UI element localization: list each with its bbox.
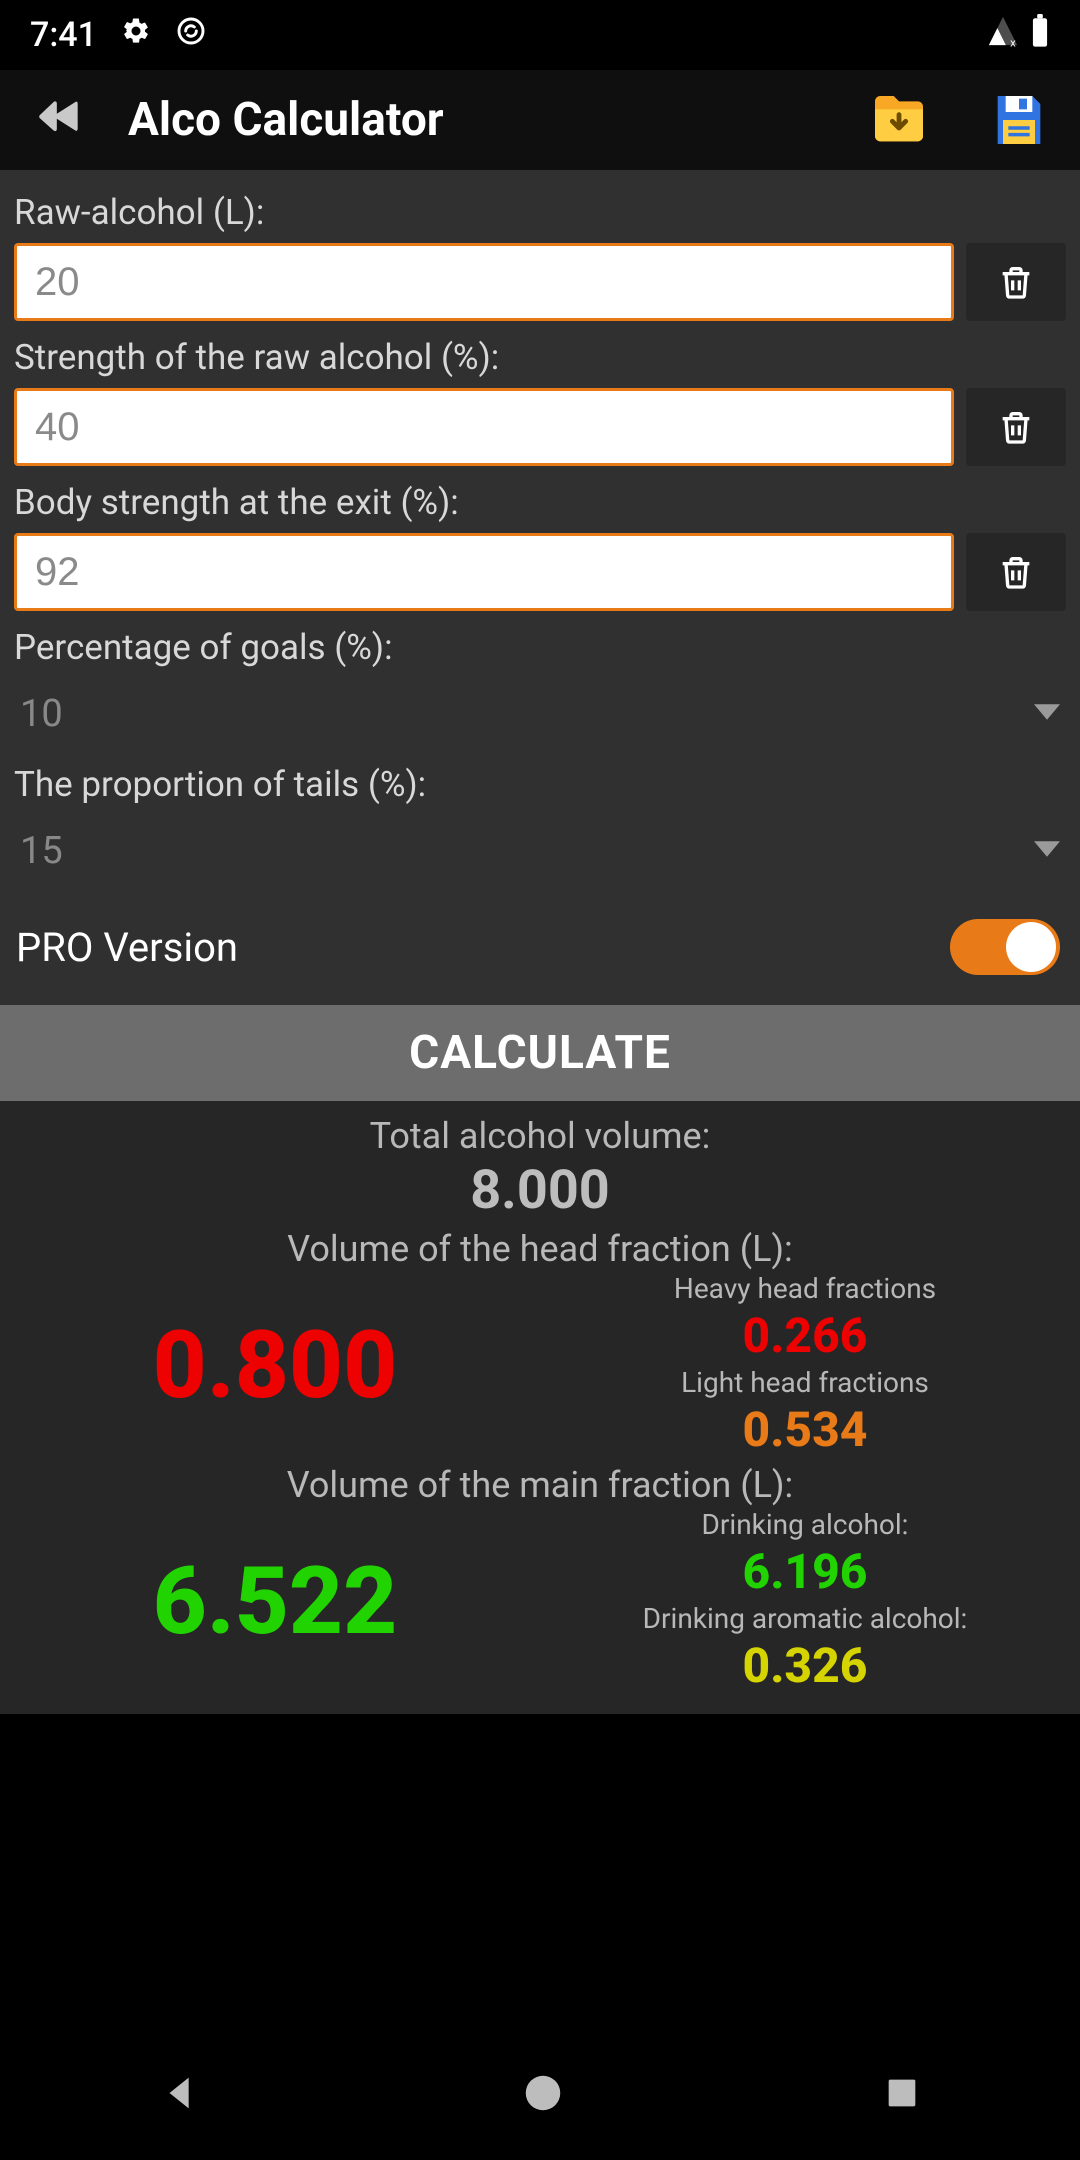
svg-text:x: x [1010, 35, 1016, 47]
head-fraction-label: Volume of the head fraction (L): [10, 1228, 1070, 1270]
trash-icon [996, 260, 1036, 304]
chevron-down-icon [1034, 703, 1060, 725]
head-fraction-value: 0.800 [10, 1310, 540, 1420]
settings-gear-icon [121, 15, 151, 55]
nav-home-icon[interactable] [520, 2070, 566, 2120]
light-head-value: 0.534 [743, 1401, 868, 1458]
system-nav-bar [0, 2030, 1080, 2160]
prop-tails-select[interactable]: 15 [14, 815, 1066, 901]
toggle-knob [1006, 922, 1056, 972]
drinking-alcohol-label: Drinking alcohol: [702, 1508, 909, 1541]
heavy-head-value: 0.266 [743, 1307, 868, 1364]
body-strength-label: Body strength at the exit (%): [14, 472, 1066, 533]
body-strength-input[interactable] [14, 533, 954, 611]
signal-icon: x [986, 14, 1020, 57]
nav-recent-icon[interactable] [882, 2073, 922, 2117]
drinking-alcohol-value: 6.196 [743, 1543, 868, 1600]
app-bar: Alco Calculator [0, 70, 1080, 170]
clear-strength-raw-button[interactable] [966, 388, 1066, 466]
strength-raw-label: Strength of the raw alcohol (%): [14, 327, 1066, 388]
pct-goals-select[interactable]: 10 [14, 678, 1066, 764]
pct-goals-label: Percentage of goals (%): [14, 617, 1066, 678]
back-icon[interactable] [28, 87, 94, 153]
chevron-down-icon [1034, 840, 1060, 862]
no-sync-icon [175, 15, 207, 56]
main-fraction-label: Volume of the main fraction (L): [10, 1464, 1070, 1506]
main-fraction-value: 6.522 [10, 1546, 540, 1656]
raw-alcohol-input[interactable] [14, 243, 954, 321]
nav-back-icon[interactable] [158, 2070, 204, 2120]
pct-goals-value: 10 [20, 692, 63, 736]
total-alcohol-label: Total alcohol volume: [10, 1115, 1070, 1157]
clear-body-strength-button[interactable] [966, 533, 1066, 611]
app-title: Alco Calculator [128, 93, 832, 147]
aromatic-alcohol-label: Drinking aromatic alcohol: [643, 1602, 968, 1635]
trash-icon [996, 550, 1036, 594]
prop-tails-label: The proportion of tails (%): [14, 764, 1066, 815]
save-icon[interactable] [986, 87, 1052, 153]
trash-icon [996, 405, 1036, 449]
open-folder-icon[interactable] [866, 87, 932, 153]
light-head-label: Light head fractions [681, 1366, 929, 1399]
pro-version-toggle[interactable] [950, 919, 1060, 975]
status-bar: 7:41 x [0, 0, 1080, 70]
status-time: 7:41 [30, 15, 97, 55]
aromatic-alcohol-value: 0.326 [743, 1637, 868, 1694]
clear-raw-alcohol-button[interactable] [966, 243, 1066, 321]
total-alcohol-value: 8.000 [10, 1159, 1070, 1222]
pro-version-label: PRO Version [16, 924, 238, 971]
raw-alcohol-label: Raw-alcohol (L): [14, 182, 1066, 243]
strength-raw-input[interactable] [14, 388, 954, 466]
battery-icon [1030, 14, 1050, 57]
results-panel: Total alcohol volume: 8.000 Volume of th… [0, 1101, 1080, 1714]
heavy-head-label: Heavy head fractions [674, 1272, 936, 1305]
prop-tails-value: 15 [20, 829, 63, 873]
calculate-button[interactable]: CALCULATE [0, 1005, 1080, 1101]
form-area: Raw-alcohol (L): Strength of the raw alc… [0, 170, 1080, 1005]
